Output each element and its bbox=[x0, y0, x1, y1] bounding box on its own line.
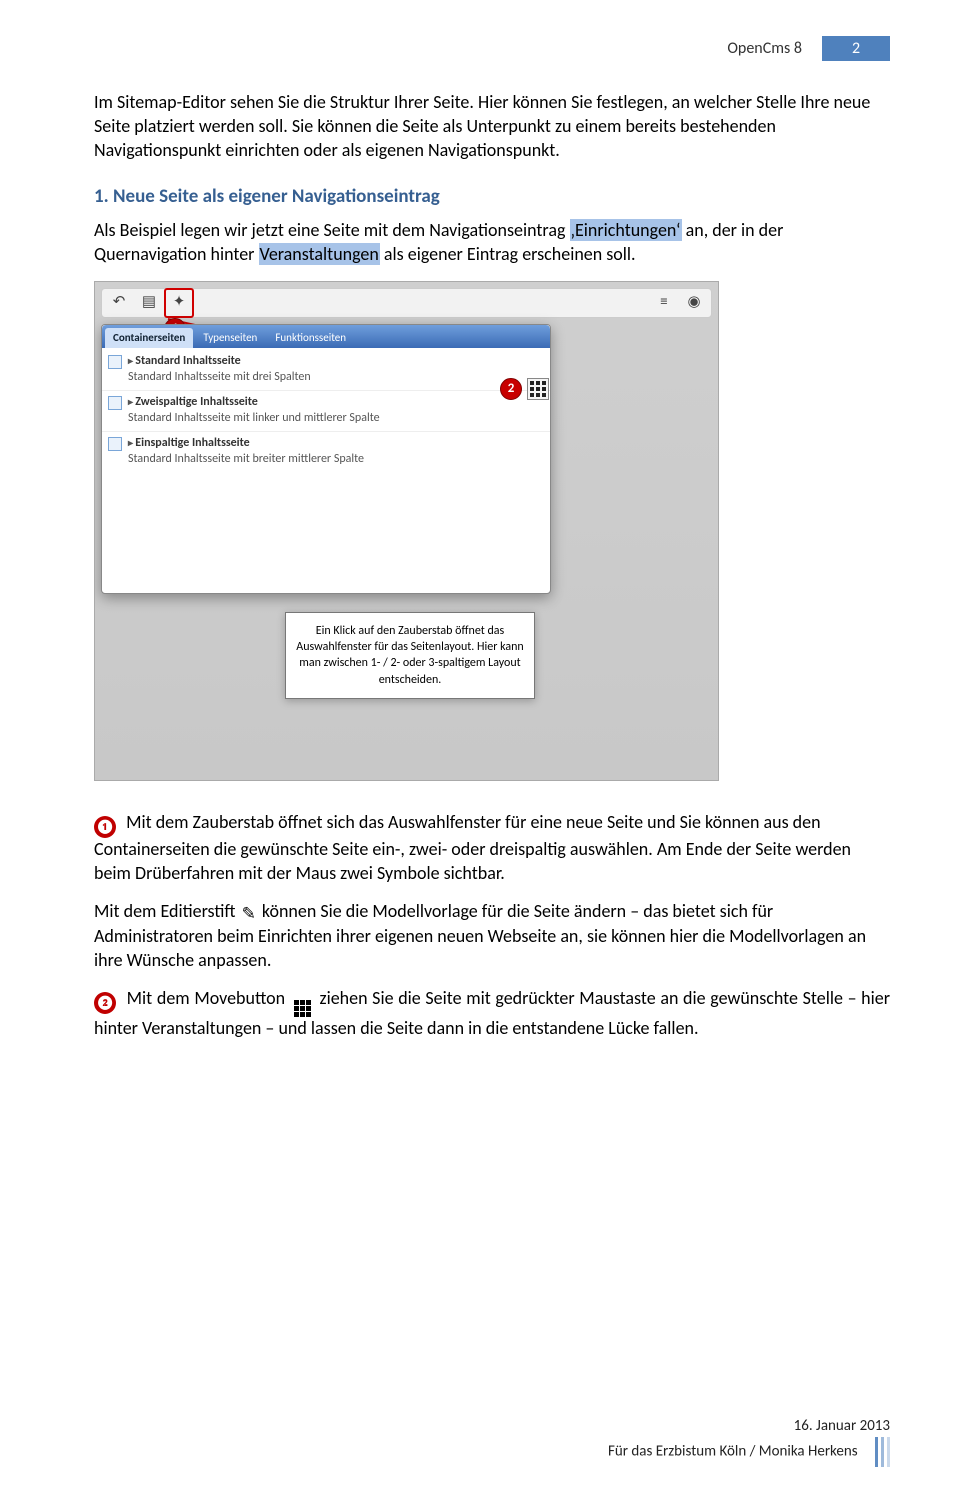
back-icon[interactable]: ↶ bbox=[110, 294, 128, 312]
page-type-icon bbox=[108, 437, 122, 451]
step-number-1-icon: ❶ bbox=[94, 816, 116, 838]
move-button-icon bbox=[294, 1000, 311, 1017]
section-text-3: als eigener Eintrag erscheinen soll. bbox=[380, 243, 636, 265]
wand-icon[interactable]: ✦ bbox=[170, 294, 188, 312]
item-title: Zweispaltige Inhaltsseite bbox=[128, 395, 542, 411]
clipboard-icon[interactable]: ▤ bbox=[140, 294, 158, 312]
highlight-einrichtungen: ‚Einrichtungen‘ bbox=[570, 219, 682, 241]
wand-highlight-box bbox=[164, 288, 194, 318]
ui-toolbar: ↶ ▤ ✦ ≡ ◉ bbox=[101, 288, 712, 318]
section-heading: 1. Neue Seite als eigener Navigationsein… bbox=[94, 184, 890, 209]
toolbar-left-group: ↶ ▤ ✦ bbox=[110, 294, 188, 312]
section-text-1: Als Beispiel legen wir jetzt eine Seite … bbox=[94, 219, 570, 241]
paragraph-pencil: Mit dem Editierstift ✎ können Sie die Mo… bbox=[94, 900, 890, 973]
page-type-icon bbox=[108, 355, 122, 369]
list-item[interactable]: Zweispaltige Inhaltsseite Standard Inhal… bbox=[102, 391, 550, 432]
item-subtitle: Standard Inhaltsseite mit breiter mittle… bbox=[128, 452, 542, 468]
page-footer: 16. Januar 2013 Für das Erzbistum Köln /… bbox=[94, 1417, 890, 1467]
annotation-badge-2: 2 bbox=[500, 378, 522, 400]
menu-icon[interactable]: ≡ bbox=[655, 294, 673, 312]
item-title: Standard Inhaltsseite bbox=[128, 354, 542, 370]
popup-tabs: Containerseiten Typenseiten Funktionssei… bbox=[102, 325, 550, 349]
footer-credit: Für das Erzbistum Köln / Monika Herkens bbox=[608, 1443, 858, 1461]
step-1-text: Mit dem Zauberstab öffnet sich das Auswa… bbox=[94, 811, 851, 884]
header-title: OpenCms 8 bbox=[727, 38, 802, 59]
list-item[interactable]: Standard Inhaltsseite Standard Inhaltsse… bbox=[102, 350, 550, 391]
intro-paragraph: Im Sitemap-Editor sehen Sie die Struktur… bbox=[94, 91, 890, 162]
footer-date: 16. Januar 2013 bbox=[94, 1417, 890, 1437]
paragraph-step-1: ❶ Mit dem Zauberstab öffnet sich das Aus… bbox=[94, 811, 890, 886]
screenshot-figure: ↶ ▤ ✦ ≡ ◉ 1 Containerseiten Typenseiten … bbox=[94, 281, 719, 781]
tab-typenseiten[interactable]: Typenseiten bbox=[195, 328, 265, 349]
item-title: Einspaltige Inhaltsseite bbox=[128, 436, 542, 452]
page-type-icon bbox=[108, 396, 122, 410]
paragraph-step-2: ❷ Mit dem Movebutton ziehen Sie die Seit… bbox=[94, 987, 890, 1041]
section-paragraph: Als Beispiel legen wir jetzt eine Seite … bbox=[94, 219, 890, 267]
item-subtitle: Standard Inhaltsseite mit drei Spalten bbox=[128, 370, 542, 386]
list-item[interactable]: Einspaltige Inhaltsseite Standard Inhalt… bbox=[102, 432, 550, 472]
step-2-before: Mit dem Movebutton bbox=[122, 987, 290, 1009]
toolbar-right-group: ≡ ◉ bbox=[655, 294, 703, 312]
pencil-icon: ✎ bbox=[242, 903, 256, 925]
popup-list: Standard Inhaltsseite Standard Inhaltsse… bbox=[102, 348, 550, 473]
tab-containerseiten[interactable]: Containerseiten bbox=[105, 328, 193, 349]
item-subtitle: Standard Inhaltsseite mit linker und mit… bbox=[128, 411, 542, 427]
footer-decoration-icon bbox=[875, 1437, 890, 1467]
pencil-text-before: Mit dem Editierstift bbox=[94, 900, 240, 922]
layout-popup: Containerseiten Typenseiten Funktionssei… bbox=[101, 324, 551, 594]
callout-box: Ein Klick auf den Zauberstab öffnet das … bbox=[285, 612, 535, 699]
tab-funktionsseiten[interactable]: Funktionsseiten bbox=[267, 328, 354, 349]
move-handle-icon[interactable] bbox=[527, 378, 549, 400]
target-icon[interactable]: ◉ bbox=[685, 294, 703, 312]
page-header: OpenCms 8 2 bbox=[94, 36, 890, 61]
popup-empty bbox=[102, 473, 550, 593]
page-number-badge: 2 bbox=[822, 36, 890, 61]
step-number-2-icon: ❷ bbox=[94, 992, 116, 1014]
highlight-veranstaltungen: Veranstaltungen bbox=[259, 243, 380, 265]
